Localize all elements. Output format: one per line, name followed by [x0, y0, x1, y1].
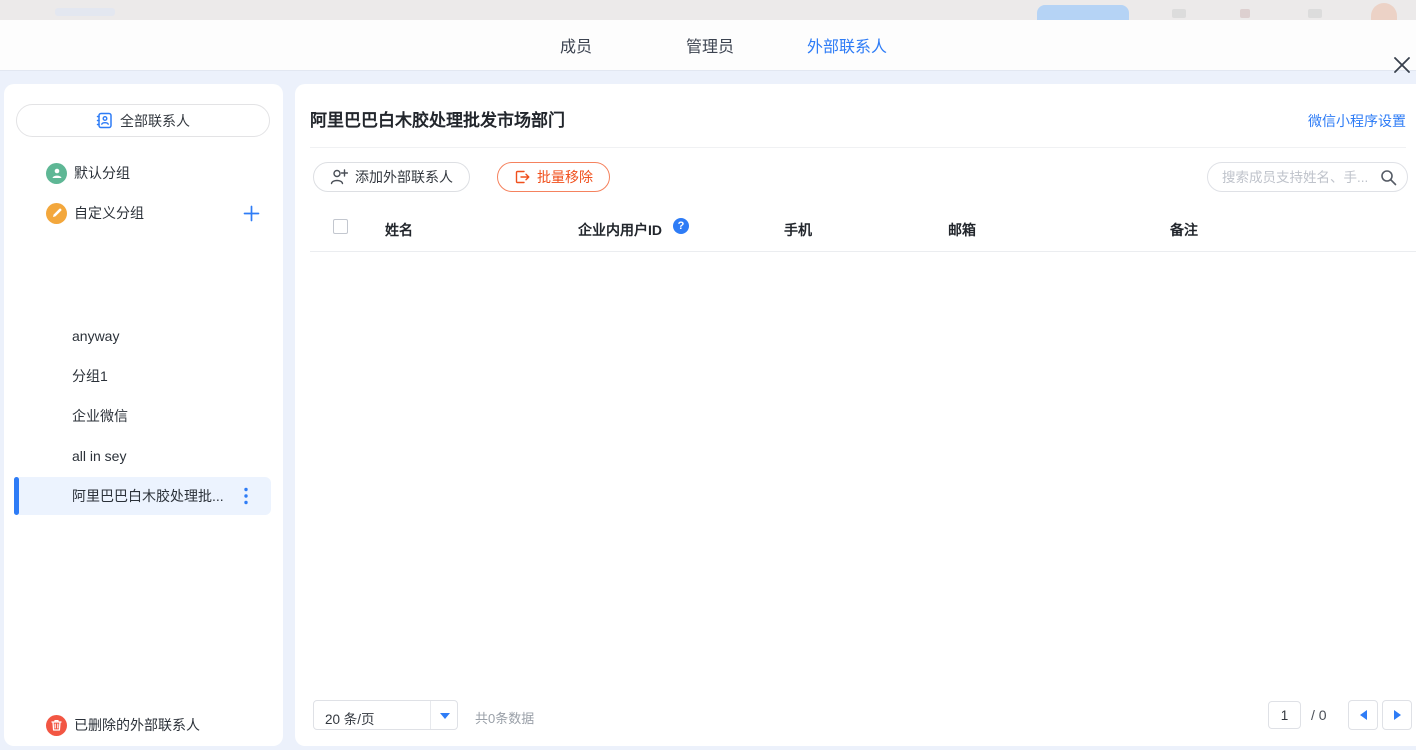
search-icon[interactable] [1380, 169, 1397, 191]
batch-remove-label: 批量移除 [537, 167, 593, 187]
department-title: 阿里巴巴白木胶处理批发市场部门 [310, 106, 565, 131]
backdrop-app-strip [0, 0, 1416, 20]
next-page-button[interactable] [1382, 700, 1412, 730]
all-contacts-button[interactable]: 全部联系人 [16, 104, 270, 137]
all-contacts-label: 全部联系人 [120, 111, 190, 131]
group-label: 企业微信 [72, 406, 128, 426]
group-label: anyway [72, 328, 119, 344]
deleted-contacts-label: 已删除的外部联系人 [74, 715, 200, 735]
add-external-contact-label: 添加外部联系人 [355, 167, 453, 187]
caret-left-icon [1360, 710, 1367, 720]
add-group-icon[interactable] [240, 202, 262, 224]
add-external-contact-button[interactable]: 添加外部联系人 [313, 162, 470, 192]
tab-members[interactable]: 成员 [548, 20, 604, 70]
custom-group-label: 自定义分组 [74, 203, 144, 223]
tab-admins[interactable]: 管理员 [676, 20, 744, 70]
close-icon[interactable] [1390, 53, 1414, 77]
sidebar-item-group-allinsey[interactable]: all in sey [14, 437, 271, 475]
page-size-select[interactable]: 20 条/页 [313, 700, 458, 730]
sidebar-item-group-alibaba-selected[interactable]: 阿里巴巴白木胶处理批... [14, 477, 271, 515]
batch-remove-button[interactable]: 批量移除 [497, 162, 610, 192]
current-page-input[interactable]: 1 [1268, 701, 1301, 729]
column-header-enterprise-user-id: 企业内用户ID [578, 220, 662, 240]
selected-indicator-bar [14, 477, 19, 515]
divider [310, 251, 1416, 252]
more-options-icon[interactable] [239, 486, 253, 506]
sidebar-item-deleted-contacts[interactable]: 已删除的外部联系人 [4, 713, 283, 737]
group-label: 阿里巴巴白木胶处理批... [72, 486, 224, 506]
column-header-remark: 备注 [1170, 220, 1198, 240]
pagination-bar: 20 条/页 共0条数据 1 / 0 [295, 700, 1416, 730]
backdrop-avatar [1371, 3, 1397, 20]
group-label: all in sey [72, 448, 126, 464]
backdrop-icon [1172, 9, 1186, 18]
group-label: 分组1 [72, 366, 108, 386]
sidebar-item-group-wecom[interactable]: 企业微信 [14, 397, 271, 435]
total-count-label: 共0条数据 [475, 708, 534, 727]
total-pages-label: / 0 [1311, 707, 1327, 723]
tab-external-contacts-label: 外部联系人 [807, 33, 887, 57]
contacts-table-header: 姓名 企业内用户ID ? 手机 邮箱 备注 [295, 214, 1416, 251]
trash-icon [46, 715, 67, 736]
sidebar-item-group-anyway[interactable]: anyway [14, 317, 271, 355]
column-header-mobile: 手机 [784, 220, 812, 240]
select-all-checkbox[interactable] [333, 219, 348, 234]
external-contacts-panel: 阿里巴巴白木胶处理批发市场部门 微信小程序设置 添加外部联系人 批量移除 姓名 … [295, 84, 1416, 746]
sidebar-item-group-1[interactable]: 分组1 [14, 357, 271, 395]
previous-page-button[interactable] [1348, 700, 1378, 730]
modal-tabbar: 成员 管理员 外部联系人 [0, 20, 1416, 70]
column-header-email: 邮箱 [948, 220, 976, 240]
member-search-box [1207, 162, 1408, 192]
tab-members-label: 成员 [560, 33, 592, 57]
help-icon[interactable]: ? [673, 218, 689, 234]
backdrop-logo [55, 8, 115, 16]
chevron-down-icon [440, 713, 450, 719]
contacts-book-icon [96, 112, 113, 129]
backdrop-icon [1308, 9, 1322, 18]
column-header-name: 姓名 [385, 220, 413, 240]
member-search-input[interactable] [1222, 164, 1377, 190]
person-icon [46, 163, 67, 184]
divider [310, 147, 1406, 148]
tab-admins-label: 管理员 [686, 33, 734, 57]
backdrop-icon [1240, 9, 1250, 18]
divider [430, 701, 431, 729]
wechat-miniprogram-settings-link[interactable]: 微信小程序设置 [1308, 111, 1406, 131]
caret-right-icon [1394, 710, 1401, 720]
backdrop-primary-button [1037, 5, 1129, 20]
page-size-value: 20 条/页 [325, 708, 375, 728]
pencil-icon [46, 203, 67, 224]
sidebar-item-default-group[interactable]: 默认分组 [4, 161, 283, 185]
default-group-label: 默认分组 [74, 163, 130, 183]
sidebar-item-custom-group[interactable]: 自定义分组 [4, 201, 283, 225]
remove-export-icon [514, 169, 530, 185]
contacts-sidebar: 全部联系人 默认分组 自定义分组 anyway 分组1 企业微信 all in … [4, 84, 283, 746]
person-plus-icon [330, 169, 348, 185]
tab-external-contacts[interactable]: 外部联系人 [798, 20, 896, 70]
